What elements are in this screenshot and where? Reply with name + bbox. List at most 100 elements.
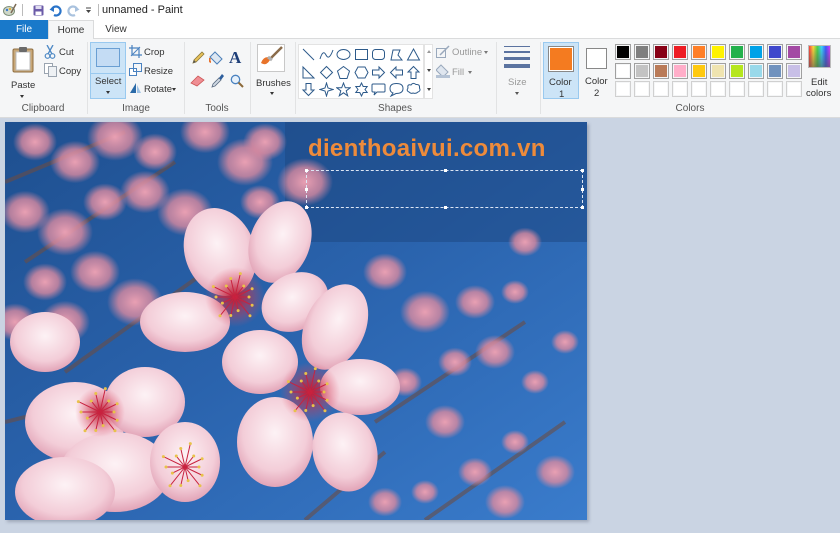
palette-color-99d9ea[interactable] <box>748 62 764 79</box>
shape-line-icon[interactable] <box>301 47 316 62</box>
shape-rounded-callout-icon[interactable] <box>371 82 386 97</box>
color1-button[interactable]: Color 1 <box>543 42 579 100</box>
background-blossom <box>508 227 542 257</box>
outline-icon <box>436 45 450 62</box>
selection-handle[interactable] <box>444 169 447 172</box>
tab-home[interactable]: Home <box>48 20 94 40</box>
palette-color-7f7f7f[interactable] <box>634 44 650 60</box>
shape-four-point-star-icon[interactable] <box>317 81 335 98</box>
brushes-button[interactable]: Brushes <box>253 42 291 99</box>
rotate-icon <box>129 81 142 97</box>
selection-handle[interactable] <box>581 188 584 191</box>
customize-quick-access-icon[interactable] <box>82 0 94 20</box>
palette-empty-slot[interactable] <box>615 81 631 97</box>
palette-color-ffaec9[interactable] <box>672 62 688 79</box>
palette-empty-slot[interactable] <box>672 81 688 97</box>
selection-handle[interactable] <box>581 169 584 172</box>
shapes-scroll[interactable] <box>424 44 433 99</box>
selection-handle[interactable] <box>305 188 308 191</box>
tab-view[interactable]: View <box>94 20 138 39</box>
eraser-icon[interactable] <box>190 74 205 90</box>
copy-button[interactable]: Copy <box>42 62 84 79</box>
scroll-down-icon[interactable] <box>427 69 431 72</box>
outline-button[interactable]: Outline <box>436 44 492 60</box>
scissors-icon <box>44 44 56 62</box>
palette-color-3f48cc[interactable] <box>767 44 783 60</box>
shape-right-arrow-icon[interactable] <box>371 65 386 80</box>
save-icon[interactable] <box>30 0 46 20</box>
palette-color-ffffff[interactable] <box>615 62 631 79</box>
palette-color-880015[interactable] <box>653 44 669 60</box>
size-button[interactable]: Size <box>500 42 534 99</box>
shape-right-triangle-icon[interactable] <box>301 65 316 80</box>
palette-color-22b14c[interactable] <box>729 44 745 60</box>
crop-button[interactable]: Crop <box>128 44 172 60</box>
color-picker-icon[interactable] <box>211 73 225 91</box>
rotate-button[interactable]: Rotate <box>128 80 180 96</box>
selection-handle[interactable] <box>305 206 308 209</box>
palette-empty-slot[interactable] <box>653 81 669 97</box>
palette-color-b5e61d[interactable] <box>729 62 745 79</box>
palette-empty-slot[interactable] <box>748 81 764 97</box>
palette-color-ed1c24[interactable] <box>672 44 688 60</box>
text-tool-icon[interactable]: A <box>229 48 241 68</box>
palette-color-c3c3c3[interactable] <box>634 62 650 79</box>
gallery-expand-icon[interactable] <box>427 88 431 91</box>
palette-color-ff7f27[interactable] <box>691 44 707 60</box>
shape-up-arrow-icon[interactable] <box>406 65 421 80</box>
selection-handle[interactable] <box>581 206 584 209</box>
palette-color-fff200[interactable] <box>710 44 726 60</box>
shape-polygon-icon[interactable] <box>389 47 404 62</box>
fill-button[interactable]: Fill <box>435 63 478 79</box>
edit-colors-button[interactable]: Edit colors <box>804 42 836 99</box>
palette-color-b97a57[interactable] <box>653 62 669 79</box>
palette-color-c8bfe7[interactable] <box>786 62 802 79</box>
palette-empty-slot[interactable] <box>786 81 802 97</box>
redo-icon[interactable] <box>64 0 82 20</box>
palette-empty-slot[interactable] <box>634 81 650 97</box>
resize-button[interactable]: Resize <box>128 62 176 78</box>
paste-button[interactable]: Paste <box>6 44 40 100</box>
shape-diamond-icon[interactable] <box>319 65 334 80</box>
pencil-icon[interactable] <box>191 51 205 68</box>
undo-icon[interactable] <box>46 0 64 20</box>
palette-empty-slot[interactable] <box>729 81 745 97</box>
shape-triangle-icon[interactable] <box>406 47 421 62</box>
select-button[interactable]: Select <box>90 42 126 99</box>
color2-button[interactable]: Color 2 <box>582 42 612 99</box>
palette-color-a349a4[interactable] <box>786 44 802 60</box>
shape-hexagon-icon[interactable] <box>353 65 369 80</box>
shape-rounded-rectangle-icon[interactable] <box>371 47 386 62</box>
palette-color-00a2e8[interactable] <box>748 44 764 60</box>
palette-empty-slot[interactable] <box>710 81 726 97</box>
shape-oval-callout-icon[interactable] <box>388 82 404 98</box>
shape-down-arrow-icon[interactable] <box>301 82 316 97</box>
shape-rectangle-icon[interactable] <box>354 47 369 62</box>
tab-file[interactable]: File <box>0 20 48 39</box>
scroll-up-icon[interactable] <box>427 50 431 53</box>
shape-six-point-star-icon[interactable] <box>354 81 369 98</box>
palette-empty-slot[interactable] <box>767 81 783 97</box>
shape-curve-icon[interactable] <box>319 47 334 62</box>
shape-five-point-star-icon[interactable] <box>335 81 352 98</box>
drawing-canvas[interactable]: dienthoaivui.com.vn <box>5 122 587 520</box>
palette-color-000000[interactable] <box>615 44 631 60</box>
shape-pentagon-icon[interactable] <box>336 65 351 80</box>
paint-app-icon[interactable] <box>1 0 19 20</box>
palette-empty-slot[interactable] <box>691 81 707 97</box>
ribbon: Paste Cut Copy Clipboard Select Crop Res… <box>0 39 840 118</box>
magnifier-icon[interactable] <box>230 74 244 91</box>
selection-handle[interactable] <box>444 206 447 209</box>
brushes-dropdown-arrow-icon <box>270 92 274 95</box>
palette-color-ffc90e[interactable] <box>691 62 707 79</box>
cut-button[interactable]: Cut <box>42 44 82 61</box>
palette-color-7092be[interactable] <box>767 62 783 79</box>
shape-cloud-callout-icon[interactable] <box>406 82 421 97</box>
fill-bucket-icon[interactable] <box>208 50 225 68</box>
shape-left-arrow-icon[interactable] <box>389 65 404 80</box>
palette-color-efe4b0[interactable] <box>710 62 726 79</box>
anther <box>174 454 178 458</box>
text-selection-box[interactable] <box>305 169 584 209</box>
shape-oval-icon[interactable] <box>336 47 351 62</box>
selection-handle[interactable] <box>305 169 308 172</box>
